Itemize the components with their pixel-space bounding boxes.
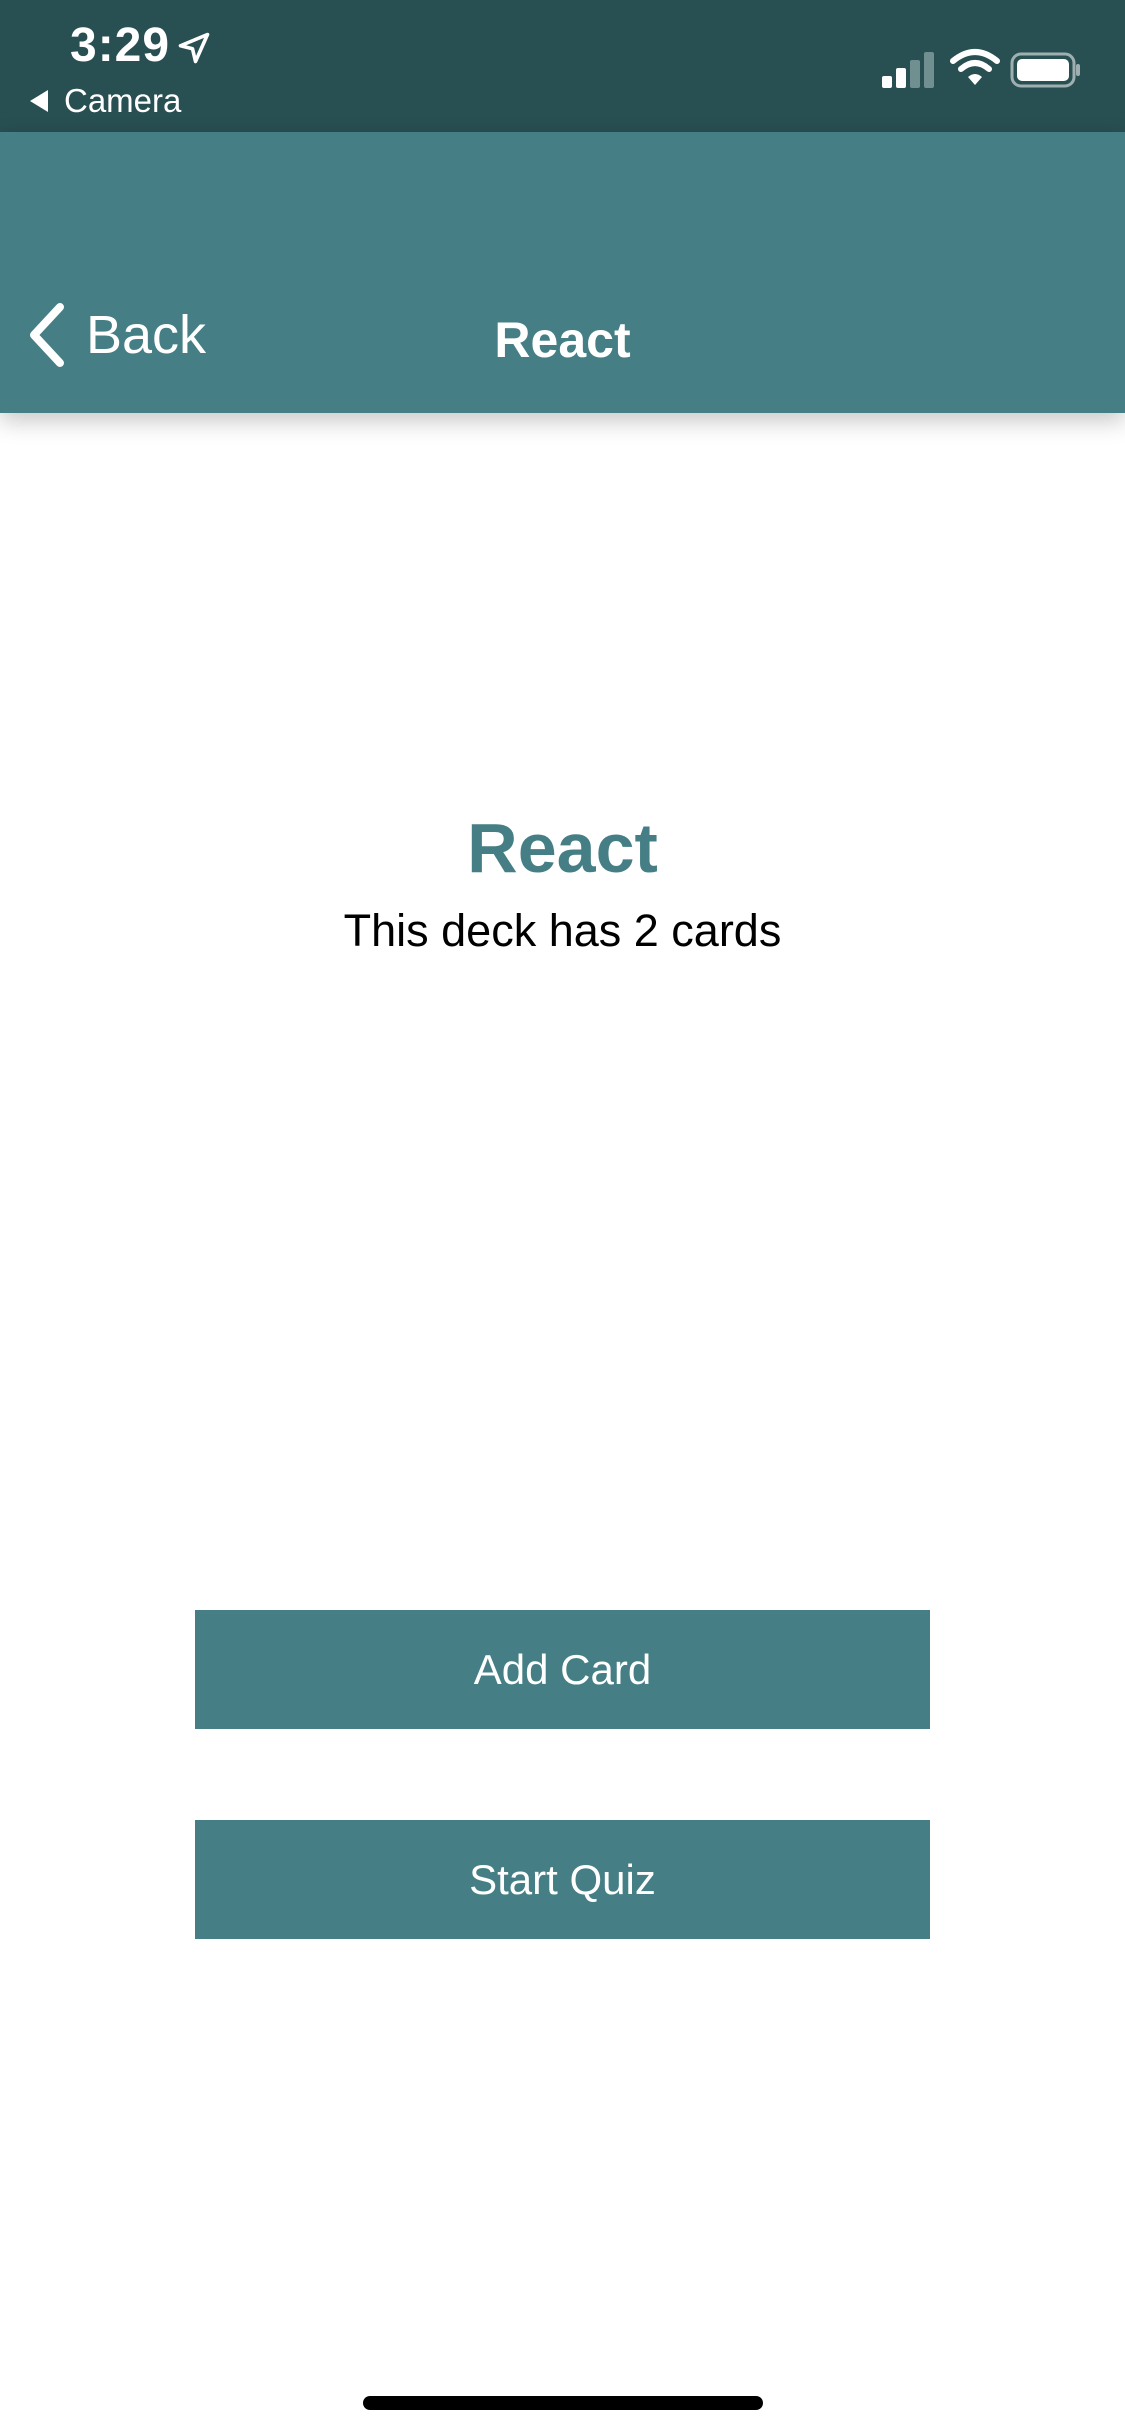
status-bar: 3:29 Camera	[0, 0, 1125, 132]
status-time: 3:29	[70, 19, 171, 72]
header-title: React	[494, 312, 631, 368]
back-to-app-button[interactable]: Camera	[30, 82, 181, 120]
deck-title: React	[467, 809, 658, 887]
start-quiz-button[interactable]: Start Quiz	[195, 1820, 930, 1939]
deck-card-count: This deck has 2 cards	[343, 905, 782, 956]
location-arrow-icon	[178, 32, 210, 64]
wifi-icon	[950, 49, 1000, 85]
signal-icon	[882, 52, 934, 88]
add-card-button[interactable]: Add Card	[195, 1610, 930, 1729]
navigation-header: Back React	[0, 132, 1125, 413]
home-indicator[interactable]	[363, 2396, 763, 2410]
back-to-app-label: Camera	[64, 82, 182, 119]
back-triangle-icon	[30, 90, 48, 112]
battery-icon	[1010, 52, 1080, 88]
